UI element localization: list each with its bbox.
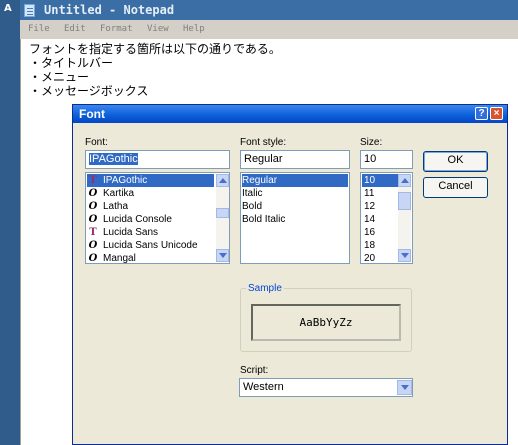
chevron-down-icon[interactable] [397, 380, 412, 395]
font-style-input[interactable]: Regular [240, 150, 350, 169]
background-window-letter: A [4, 3, 12, 14]
font-list-item[interactable]: T IPAGothic [87, 174, 214, 187]
scroll-down-arrow-icon[interactable] [216, 249, 229, 262]
font-name-input[interactable]: IPAGothic [85, 150, 230, 169]
text-line: ・タイトルバー [29, 56, 114, 70]
scroll-down-arrow-icon[interactable] [398, 249, 411, 262]
font-label: Font: [85, 137, 108, 148]
font-list-item[interactable]: O Latha [87, 200, 128, 213]
notepad-app-icon[interactable] [24, 4, 35, 17]
notepad-menubar: File Edit Format View Help [20, 20, 518, 39]
font-list-item[interactable]: O Lucida Console [87, 213, 172, 226]
sample-label: Sample [246, 283, 284, 295]
size-list-item[interactable]: 14 [362, 213, 375, 226]
script-value: Western [243, 381, 284, 393]
scroll-thumb[interactable] [398, 192, 411, 210]
notepad-title: Untitled - Notepad [44, 3, 175, 17]
text-line: ・メニュー [29, 70, 90, 84]
script-select[interactable]: Western [239, 378, 413, 397]
font-list-item[interactable]: O Lucida Sans Unicode [87, 239, 198, 252]
scroll-thumb[interactable] [216, 208, 229, 218]
size-list-item[interactable]: 11 [362, 187, 374, 200]
style-list-item[interactable]: Bold [242, 200, 262, 213]
size-list-item[interactable]: 10 [362, 174, 398, 187]
text-line: フォントを指定する箇所は以下の通りである。 [29, 42, 281, 56]
font-name-value: IPAGothic [89, 153, 138, 165]
style-list-item[interactable]: Italic [242, 187, 263, 200]
font-list-scrollbar[interactable] [216, 174, 229, 262]
help-button[interactable]: ? [475, 107, 488, 120]
dialog-title: Font [79, 107, 105, 121]
scroll-up-arrow-icon[interactable] [216, 174, 229, 187]
size-list-item[interactable]: 20 [362, 252, 375, 263]
cancel-button[interactable]: Cancel [423, 177, 488, 198]
size-list-scrollbar[interactable] [398, 174, 411, 262]
style-list-item[interactable]: Regular [242, 174, 348, 187]
size-input[interactable]: 10 [360, 150, 413, 169]
text-line: ・メッセージボックス [29, 84, 149, 98]
size-list-item[interactable]: 12 [362, 200, 375, 213]
opentype-font-icon: O [88, 253, 98, 264]
style-list-item[interactable]: Bold Italic [242, 213, 285, 226]
menu-edit[interactable]: Edit [64, 23, 86, 35]
font-list[interactable]: T IPAGothic O Kartika O Latha O Lucida Conso… [85, 172, 230, 264]
ok-button[interactable]: OK [423, 151, 488, 172]
menu-help[interactable]: Help [183, 23, 205, 35]
size-list[interactable]: 10 11 12 14 16 18 20 [360, 172, 413, 264]
opentype-font-icon: O [88, 214, 98, 225]
font-style-label: Font style: [240, 137, 287, 148]
size-list-item[interactable]: 18 [362, 239, 375, 252]
opentype-font-icon: O [88, 188, 98, 199]
dialog-title-bar[interactable]: Font ? × [73, 105, 507, 123]
script-label: Script: [240, 365, 269, 376]
opentype-font-icon: O [88, 201, 98, 212]
size-label: Size: [360, 137, 383, 148]
truetype-font-icon: T [89, 175, 97, 186]
font-style-list[interactable]: Regular Italic Bold Bold Italic [240, 172, 350, 264]
menu-view[interactable]: View [147, 23, 169, 35]
scroll-up-arrow-icon[interactable] [398, 174, 411, 187]
size-list-item[interactable]: 16 [362, 226, 375, 239]
menu-file[interactable]: File [28, 23, 50, 35]
sample-preview: AaBbYyZz [251, 304, 401, 341]
menu-format[interactable]: Format [100, 23, 133, 35]
background-window-strip [0, 0, 20, 445]
close-button[interactable]: × [490, 107, 503, 120]
font-list-item[interactable]: T Lucida Sans [87, 226, 158, 239]
font-list-item[interactable]: O Mangal [87, 252, 136, 264]
opentype-font-icon: O [88, 240, 98, 251]
truetype-font-icon: T [89, 227, 97, 238]
font-list-item[interactable]: O Kartika [87, 187, 134, 200]
font-dialog: Font ? × Font: IPAGothic T IPAGothic O Kar… [72, 104, 508, 445]
